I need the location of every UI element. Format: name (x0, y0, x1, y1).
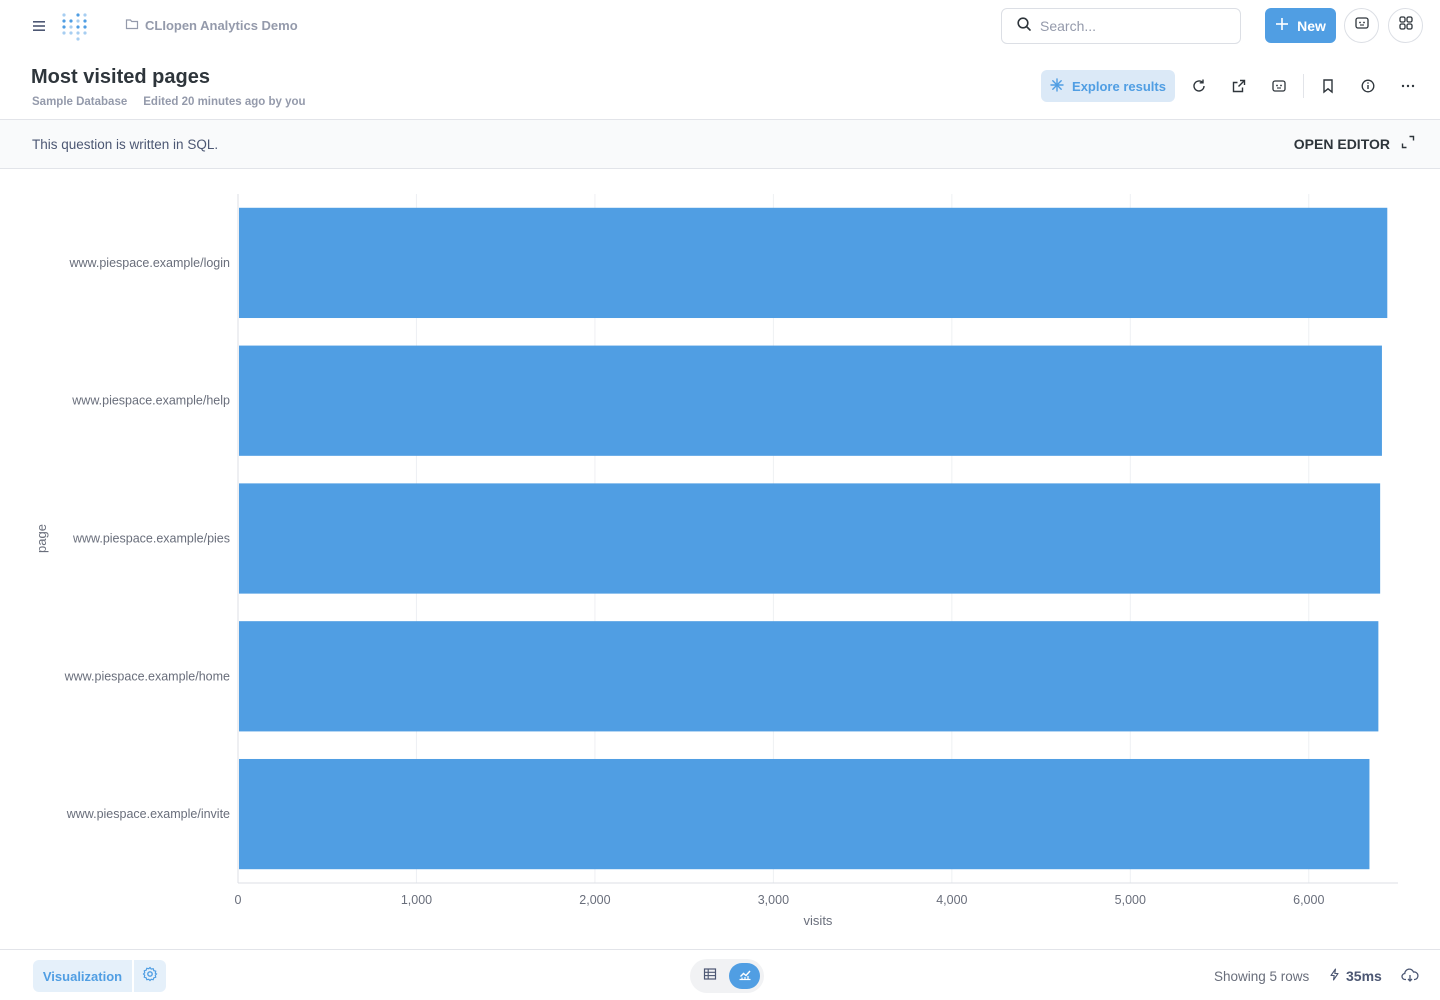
question-meta: Sample Database Edited 20 minutes ago by… (32, 96, 306, 108)
y-axis-title: page (34, 524, 49, 553)
metabase-logo-icon[interactable] (60, 10, 90, 42)
info-icon[interactable] (1358, 76, 1378, 96)
timing-value: 35ms (1346, 968, 1382, 984)
plus-icon (1275, 17, 1289, 34)
chart-svg: www.piespace.example/login www.piespace.e… (34, 194, 1398, 928)
share-icon[interactable] (1229, 76, 1249, 96)
sparkle-icon (1050, 77, 1064, 95)
gear-icon (142, 966, 158, 987)
sql-note: This question is written in SQL. (32, 137, 219, 152)
lightning-icon (1328, 968, 1341, 984)
collection-name: CLIopen Analytics Demo (145, 18, 298, 33)
bookmark-icon[interactable] (1318, 76, 1338, 96)
download-icon[interactable] (1401, 966, 1419, 984)
bar-chart: www.piespace.example/login www.piespace.e… (0, 170, 1440, 948)
category-label: www.piespace.example/pies (72, 532, 230, 546)
new-button-label: New (1297, 17, 1326, 34)
explore-results-label: Explore results (1072, 78, 1166, 94)
bar (239, 758, 1370, 870)
expand-icon (1400, 134, 1416, 153)
x-axis-title: visits (804, 913, 833, 928)
page-title[interactable]: Most visited pages (31, 66, 210, 89)
more-options-icon[interactable] (1398, 76, 1418, 96)
view-toggle (690, 959, 764, 993)
open-editor-label: OPEN EDITOR (1293, 135, 1390, 152)
query-timing: 35ms (1328, 968, 1382, 984)
native-query-bar: This question is written in SQL. OPEN ED… (0, 119, 1440, 169)
category-label: www.piespace.example/home (64, 669, 230, 683)
collection-breadcrumb[interactable]: CLIopen Analytics Demo (125, 17, 298, 34)
apps-button[interactable] (1388, 8, 1423, 43)
search-icon (1016, 16, 1032, 37)
x-tick-label: 3,000 (758, 893, 789, 907)
table-icon (703, 967, 717, 986)
metabot-button[interactable] (1344, 8, 1379, 43)
divider (1303, 74, 1304, 98)
row-count: Showing 5 rows (1214, 969, 1310, 984)
metabot-icon[interactable] (1269, 76, 1289, 96)
top-nav: CLIopen Analytics Demo New (0, 0, 1440, 52)
viz-settings-button[interactable] (134, 960, 166, 992)
chart-view-toggle[interactable] (729, 963, 760, 989)
x-tick-label: 0 (235, 893, 242, 907)
refresh-icon[interactable] (1189, 76, 1209, 96)
x-tick-label: 2,000 (579, 893, 610, 907)
database-link[interactable]: Sample Database (32, 96, 127, 108)
table-view-toggle[interactable] (694, 963, 725, 989)
explore-results-button[interactable]: Explore results (1041, 70, 1175, 102)
view-footer: Visualization Showing 5 rows 35ms (0, 949, 1440, 1000)
category-label: www.piespace.example/help (71, 394, 230, 408)
bar (239, 345, 1382, 456)
visualization-button[interactable]: Visualization (33, 960, 132, 992)
x-tick-label: 4,000 (936, 893, 967, 907)
edited-info[interactable]: Edited 20 minutes ago by you (143, 96, 305, 108)
grid-icon (1398, 15, 1414, 36)
search-box[interactable] (1001, 8, 1241, 44)
category-label: www.piespace.example/login (68, 256, 230, 270)
bar (239, 483, 1381, 594)
hamburger-menu-icon[interactable] (30, 16, 48, 36)
chart-icon (738, 967, 752, 986)
x-tick-label: 1,000 (401, 893, 432, 907)
bar (239, 207, 1388, 319)
x-tick-label: 5,000 (1115, 893, 1146, 907)
x-tick-label: 6,000 (1293, 893, 1324, 907)
bar (239, 621, 1379, 732)
metabot-icon (1354, 15, 1370, 36)
open-editor-button[interactable]: OPEN EDITOR (1294, 134, 1416, 153)
category-label: www.piespace.example/invite (66, 807, 230, 821)
new-button[interactable]: New (1265, 8, 1336, 43)
search-input[interactable] (1040, 18, 1220, 34)
folder-icon (125, 17, 139, 34)
